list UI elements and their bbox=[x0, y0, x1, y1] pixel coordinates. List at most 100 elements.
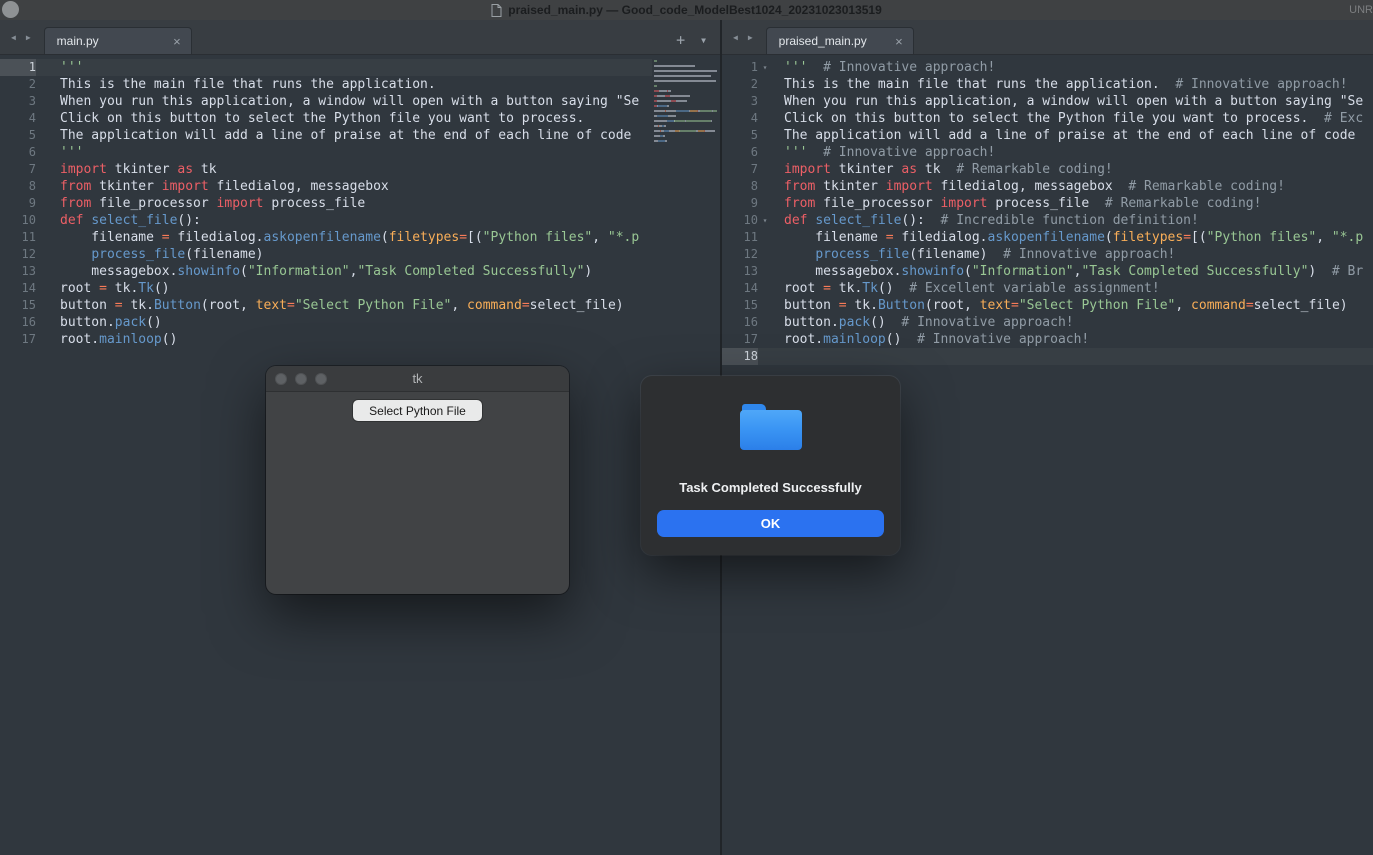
code-line[interactable]: 14root = tk.Tk() # Excellent variable as… bbox=[722, 280, 1373, 297]
code-line[interactable]: 2This is the main file that runs the app… bbox=[0, 76, 720, 93]
code-line[interactable]: 10▾def select_file(): # Incredible funct… bbox=[722, 212, 1373, 229]
line-number: 16 bbox=[722, 314, 758, 331]
code-text: filename = filedialog.askopenfilename(fi… bbox=[772, 229, 1363, 246]
code-line[interactable]: 15button = tk.Button(root, text="Select … bbox=[722, 297, 1373, 314]
code-line[interactable]: 8from tkinter import filedialog, message… bbox=[0, 178, 720, 195]
code-line[interactable]: 12 process_file(filename) bbox=[0, 246, 720, 263]
fold-gutter bbox=[758, 127, 772, 144]
code-text: Click on this button to select the Pytho… bbox=[36, 110, 584, 127]
minimap-line bbox=[654, 80, 720, 85]
code-text: The application will add a line of prais… bbox=[772, 127, 1355, 144]
code-line[interactable]: 7import tkinter as tk # Remarkable codin… bbox=[722, 161, 1373, 178]
fold-gutter bbox=[758, 280, 772, 297]
code-line[interactable]: 14root = tk.Tk() bbox=[0, 280, 720, 297]
tab-praised-main-py[interactable]: praised_main.py × bbox=[766, 27, 914, 54]
code-line[interactable]: 18 bbox=[722, 348, 1373, 365]
code-text bbox=[772, 348, 784, 365]
ok-button[interactable]: OK bbox=[657, 510, 884, 537]
tab-nav-forward-icon[interactable]: ▶ bbox=[21, 33, 36, 42]
code-text: from tkinter import filedialog, messageb… bbox=[772, 178, 1285, 195]
code-line[interactable]: 13 messagebox.showinfo("Information","Ta… bbox=[722, 263, 1373, 280]
tab-close-icon[interactable]: × bbox=[173, 34, 181, 49]
code-line[interactable]: 6''' bbox=[0, 144, 720, 161]
fold-gutter bbox=[758, 144, 772, 161]
zoom-traffic-light-icon[interactable] bbox=[315, 373, 327, 385]
code-line[interactable]: 9from file_processor import process_file… bbox=[722, 195, 1373, 212]
code-line[interactable]: 16 button.pack() # Innovative approach! bbox=[722, 314, 1373, 331]
minimap[interactable] bbox=[652, 57, 720, 149]
line-number: 15 bbox=[0, 297, 36, 314]
code-text: ''' bbox=[36, 59, 83, 76]
tab-main-py[interactable]: main.py × bbox=[44, 27, 192, 54]
code-line[interactable]: 4Click on this button to select the Pyth… bbox=[722, 110, 1373, 127]
window-titlebar[interactable]: praised_main.py — Good_code_ModelBest102… bbox=[0, 0, 1373, 20]
code-text: from file_processor import process_file … bbox=[772, 195, 1261, 212]
code-text: When you run this application, a window … bbox=[36, 93, 639, 110]
select-python-file-button[interactable]: Select Python File bbox=[353, 400, 482, 421]
code-line[interactable]: 16button.pack() bbox=[0, 314, 720, 331]
code-text: def select_file(): # Incredible function… bbox=[772, 212, 1199, 229]
fold-gutter bbox=[758, 348, 772, 365]
line-number: 1 bbox=[722, 59, 758, 76]
code-text: button = tk.Button(root, text="Select Py… bbox=[36, 297, 624, 314]
code-line[interactable]: 1''' bbox=[0, 59, 720, 76]
new-tab-icon[interactable]: + bbox=[676, 35, 685, 45]
code-line[interactable]: 5The application will add a line of prai… bbox=[0, 127, 720, 144]
fold-arrow-icon[interactable]: ▾ bbox=[758, 59, 772, 76]
line-number: 4 bbox=[722, 110, 758, 127]
code-text: def select_file(): bbox=[36, 212, 201, 229]
fold-gutter bbox=[758, 76, 772, 93]
fold-gutter bbox=[758, 93, 772, 110]
tab-nav-back-icon[interactable]: ◀ bbox=[728, 33, 743, 42]
code-text: root.mainloop() bbox=[36, 331, 177, 348]
line-number: 2 bbox=[0, 76, 36, 93]
line-number: 12 bbox=[722, 246, 758, 263]
code-line[interactable]: 11 filename = filedialog.askopenfilename… bbox=[722, 229, 1373, 246]
code-text: from tkinter import filedialog, messageb… bbox=[36, 178, 389, 195]
code-line[interactable]: 10def select_file(): bbox=[0, 212, 720, 229]
fold-arrow-icon[interactable]: ▾ bbox=[758, 212, 772, 229]
code-line[interactable]: 6''' # Innovative approach! bbox=[722, 144, 1373, 161]
minimize-traffic-light-icon[interactable] bbox=[295, 373, 307, 385]
line-number: 4 bbox=[0, 110, 36, 127]
line-number: 18 bbox=[722, 348, 758, 365]
traffic-lights bbox=[275, 373, 327, 385]
code-line[interactable]: 5 The application will add a line of prai… bbox=[722, 127, 1373, 144]
code-line[interactable]: 4Click on this button to select the Pyth… bbox=[0, 110, 720, 127]
tk-titlebar[interactable]: tk bbox=[266, 366, 569, 392]
line-number: 5 bbox=[0, 127, 36, 144]
tab-close-icon[interactable]: × bbox=[895, 34, 903, 49]
code-line[interactable]: 15button = tk.Button(root, text="Select … bbox=[0, 297, 720, 314]
code-line[interactable]: 2This is the main file that runs the app… bbox=[722, 76, 1373, 93]
code-line[interactable]: 7import tkinter as tk bbox=[0, 161, 720, 178]
tab-bar-actions: + ▼ bbox=[676, 35, 706, 45]
line-number: 8 bbox=[722, 178, 758, 195]
code-text: import tkinter as tk # Remarkable coding… bbox=[772, 161, 1113, 178]
line-number: 7 bbox=[0, 161, 36, 178]
code-text: button.pack() # Innovative approach! bbox=[772, 314, 1074, 331]
code-line[interactable]: 8 from tkinter import filedialog, message… bbox=[722, 178, 1373, 195]
code-line[interactable]: 11 filename = filedialog.askopenfilename… bbox=[0, 229, 720, 246]
code-line[interactable]: 17root.mainloop() bbox=[0, 331, 720, 348]
window-title: praised_main.py — Good_code_ModelBest102… bbox=[508, 3, 882, 17]
line-number: 1 bbox=[0, 59, 36, 76]
code-line[interactable]: 13 messagebox.showinfo("Information","Ta… bbox=[0, 263, 720, 280]
line-number: 5 bbox=[722, 127, 758, 144]
code-line[interactable]: 9from file_processor import process_file bbox=[0, 195, 720, 212]
close-traffic-light-icon[interactable] bbox=[275, 373, 287, 385]
fold-gutter bbox=[758, 263, 772, 280]
code-line[interactable]: 3When you run this application, a window… bbox=[0, 93, 720, 110]
tk-window-title: tk bbox=[412, 371, 422, 386]
tab-overflow-icon[interactable]: ▼ bbox=[701, 36, 706, 45]
tab-nav-forward-icon[interactable]: ▶ bbox=[743, 33, 758, 42]
tab-label: main.py bbox=[57, 34, 99, 48]
line-number: 9 bbox=[0, 195, 36, 212]
tab-nav-back-icon[interactable]: ◀ bbox=[6, 33, 21, 42]
fold-gutter bbox=[758, 331, 772, 348]
code-line[interactable]: 1▾''' # Innovative approach! bbox=[722, 59, 1373, 76]
code-line[interactable]: 17root.mainloop() # Innovative approach! bbox=[722, 331, 1373, 348]
code-line[interactable]: 3When you run this application, a window… bbox=[722, 93, 1373, 110]
line-number: 17 bbox=[0, 331, 36, 348]
code-line[interactable]: 12 process_file(filename) # Innovative a… bbox=[722, 246, 1373, 263]
left-tab-bar: ◀ ▶ main.py × + ▼ bbox=[0, 20, 720, 55]
